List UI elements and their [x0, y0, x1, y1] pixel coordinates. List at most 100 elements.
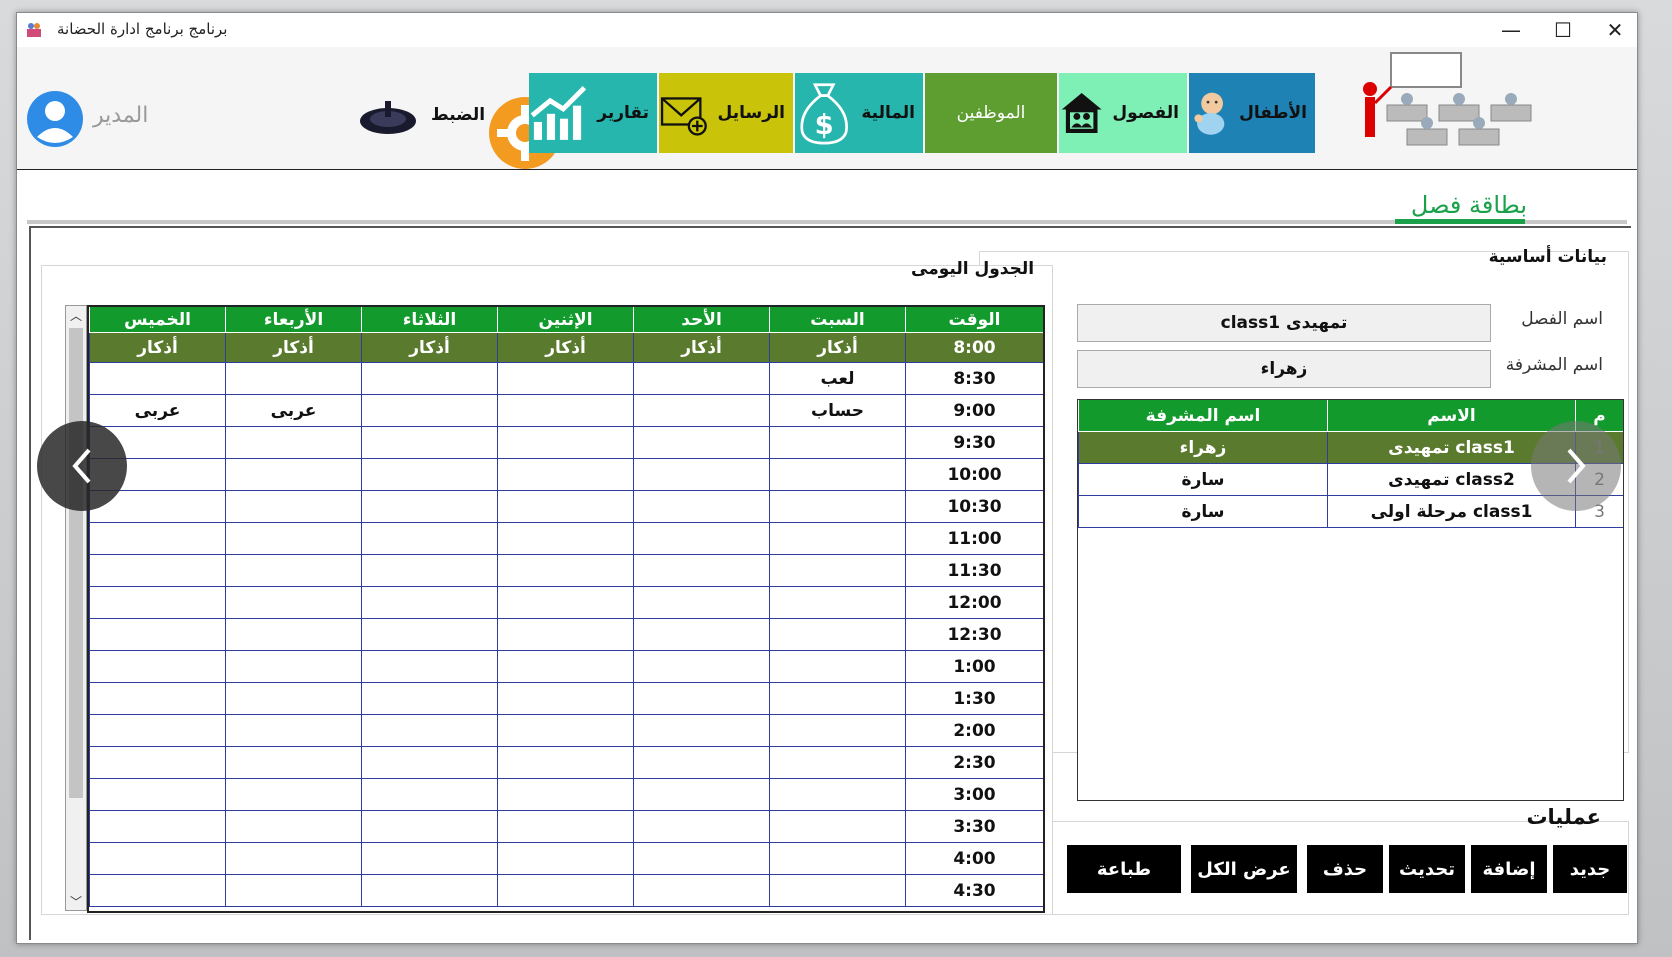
schedule-cell-thursday[interactable] [89, 715, 225, 747]
schedule-cell-saturday[interactable] [769, 875, 905, 907]
schedule-cell-time[interactable]: 8:30 [905, 363, 1043, 395]
schedule-cell-wednesday[interactable] [225, 459, 361, 491]
schedule-cell-sunday[interactable] [633, 427, 769, 459]
schedule-cell-saturday[interactable] [769, 491, 905, 523]
print-button[interactable]: طباعة [1067, 845, 1181, 893]
schedule-cell-time[interactable]: 8:00 [905, 333, 1043, 363]
schedule-cell-saturday[interactable] [769, 651, 905, 683]
schedule-cell-tuesday[interactable] [361, 459, 497, 491]
schedule-cell-tuesday[interactable] [361, 555, 497, 587]
schedule-cell-wednesday[interactable] [225, 747, 361, 779]
schedule-cell-saturday[interactable]: أذكار [769, 333, 905, 363]
schedule-cell-sunday[interactable] [633, 651, 769, 683]
schedule-cell-thursday[interactable] [89, 651, 225, 683]
schedule-cell-sunday[interactable] [633, 459, 769, 491]
schedule-cell-time[interactable]: 11:30 [905, 555, 1043, 587]
schedule-row[interactable]: 12:00 [89, 587, 1043, 619]
schedule-cell-thursday[interactable] [89, 811, 225, 843]
schedule-cell-time[interactable]: 12:30 [905, 619, 1043, 651]
schedule-cell-wednesday[interactable] [225, 427, 361, 459]
schedule-cell-tuesday[interactable] [361, 523, 497, 555]
schedule-cell-saturday[interactable] [769, 683, 905, 715]
schedule-cell-saturday[interactable]: حساب [769, 395, 905, 427]
schedule-cell-saturday[interactable] [769, 619, 905, 651]
schedule-row[interactable]: 1:30 [89, 683, 1043, 715]
employees-button[interactable]: الموظفين [925, 73, 1057, 153]
schedule-row[interactable]: 3:00 [89, 779, 1043, 811]
schedule-cell-saturday[interactable] [769, 779, 905, 811]
schedule-cell-thursday[interactable] [89, 587, 225, 619]
schedule-cell-tuesday[interactable] [361, 843, 497, 875]
schedule-cell-wednesday[interactable] [225, 651, 361, 683]
maximize-button[interactable]: ☐ [1535, 15, 1591, 45]
schedule-row[interactable]: 8:30 لعب [89, 363, 1043, 395]
scroll-thumb[interactable] [69, 328, 83, 798]
schedule-cell-saturday[interactable] [769, 555, 905, 587]
schedule-row[interactable]: 4:00 [89, 843, 1043, 875]
schedule-cell-monday[interactable] [497, 651, 633, 683]
children-button[interactable]: الأطفال [1189, 73, 1315, 153]
schedule-cell-thursday[interactable] [89, 619, 225, 651]
delete-button[interactable]: حذف [1307, 845, 1383, 893]
schedule-cell-saturday[interactable] [769, 715, 905, 747]
schedule-cell-tuesday[interactable] [361, 715, 497, 747]
schedule-row[interactable]: 10:30 [89, 491, 1043, 523]
schedule-cell-sunday[interactable] [633, 843, 769, 875]
schedule-row[interactable]: 10:00 [89, 459, 1043, 491]
show-all-button[interactable]: عرض الكل [1191, 845, 1297, 893]
schedule-cell-sunday[interactable] [633, 811, 769, 843]
schedule-cell-monday[interactable] [497, 683, 633, 715]
schedule-cell-sunday[interactable] [633, 395, 769, 427]
schedule-row[interactable]: 12:30 [89, 619, 1043, 651]
schedule-scrollbar[interactable]: ︿ ﹀ [65, 305, 87, 911]
minimize-button[interactable]: — [1483, 15, 1539, 45]
schedule-cell-sunday[interactable] [633, 779, 769, 811]
schedule-cell-sunday[interactable] [633, 555, 769, 587]
schedule-cell-monday[interactable] [497, 747, 633, 779]
new-button[interactable]: جديد [1553, 845, 1627, 893]
schedule-cell-sunday[interactable] [633, 619, 769, 651]
supervisor-field[interactable]: زهراء [1077, 350, 1491, 388]
schedule-cell-tuesday[interactable] [361, 651, 497, 683]
schedule-cell-monday[interactable] [497, 619, 633, 651]
schedule-cell-wednesday[interactable] [225, 555, 361, 587]
schedule-row[interactable]: 9:30 [89, 427, 1043, 459]
header-monday[interactable]: الإثنين [497, 307, 633, 333]
schedule-cell-thursday[interactable] [89, 683, 225, 715]
finance-button[interactable]: المالية $ [795, 73, 923, 153]
schedule-cell-thursday[interactable] [89, 363, 225, 395]
schedule-cell-saturday[interactable] [769, 459, 905, 491]
schedule-cell-tuesday[interactable] [361, 491, 497, 523]
schedule-cell-sunday[interactable]: أذكار [633, 333, 769, 363]
schedule-cell-monday[interactable] [497, 843, 633, 875]
schedule-cell-thursday[interactable] [89, 843, 225, 875]
header-name[interactable]: الاسم [1327, 400, 1575, 432]
schedule-cell-tuesday[interactable] [361, 427, 497, 459]
schedule-cell-thursday[interactable] [89, 555, 225, 587]
schedule-cell-wednesday[interactable] [225, 363, 361, 395]
user-avatar-icon[interactable] [25, 89, 85, 149]
schedule-cell-wednesday[interactable] [225, 875, 361, 907]
schedule-cell-time[interactable]: 3:30 [905, 811, 1043, 843]
schedule-cell-wednesday[interactable]: عربى [225, 395, 361, 427]
schedule-cell-tuesday[interactable] [361, 619, 497, 651]
schedule-cell-saturday[interactable] [769, 587, 905, 619]
schedule-cell-time[interactable]: 2:30 [905, 747, 1043, 779]
schedule-cell-wednesday[interactable] [225, 587, 361, 619]
settings-label[interactable]: الضبط [431, 105, 485, 125]
schedule-cell-sunday[interactable] [633, 363, 769, 395]
schedule-cell-sunday[interactable] [633, 587, 769, 619]
schedule-cell-thursday[interactable]: عربى [89, 395, 225, 427]
schedule-row[interactable]: 8:00 أذكار أذكار أذكار أذكار أذكار أذكار [89, 333, 1043, 363]
scroll-down-icon[interactable]: ﹀ [66, 892, 86, 910]
previous-arrow-icon[interactable] [37, 421, 127, 511]
schedule-cell-time[interactable]: 2:00 [905, 715, 1043, 747]
schedule-cell-wednesday[interactable] [225, 779, 361, 811]
schedule-cell-saturday[interactable]: لعب [769, 363, 905, 395]
header-supervisor[interactable]: اسم المشرفة [1078, 400, 1327, 432]
schedule-cell-saturday[interactable] [769, 811, 905, 843]
schedule-row[interactable]: 4:30 [89, 875, 1043, 907]
schedule-row[interactable]: 9:00 حساب عربى عربى [89, 395, 1043, 427]
schedule-row[interactable]: 11:00 [89, 523, 1043, 555]
schedule-cell-saturday[interactable] [769, 427, 905, 459]
